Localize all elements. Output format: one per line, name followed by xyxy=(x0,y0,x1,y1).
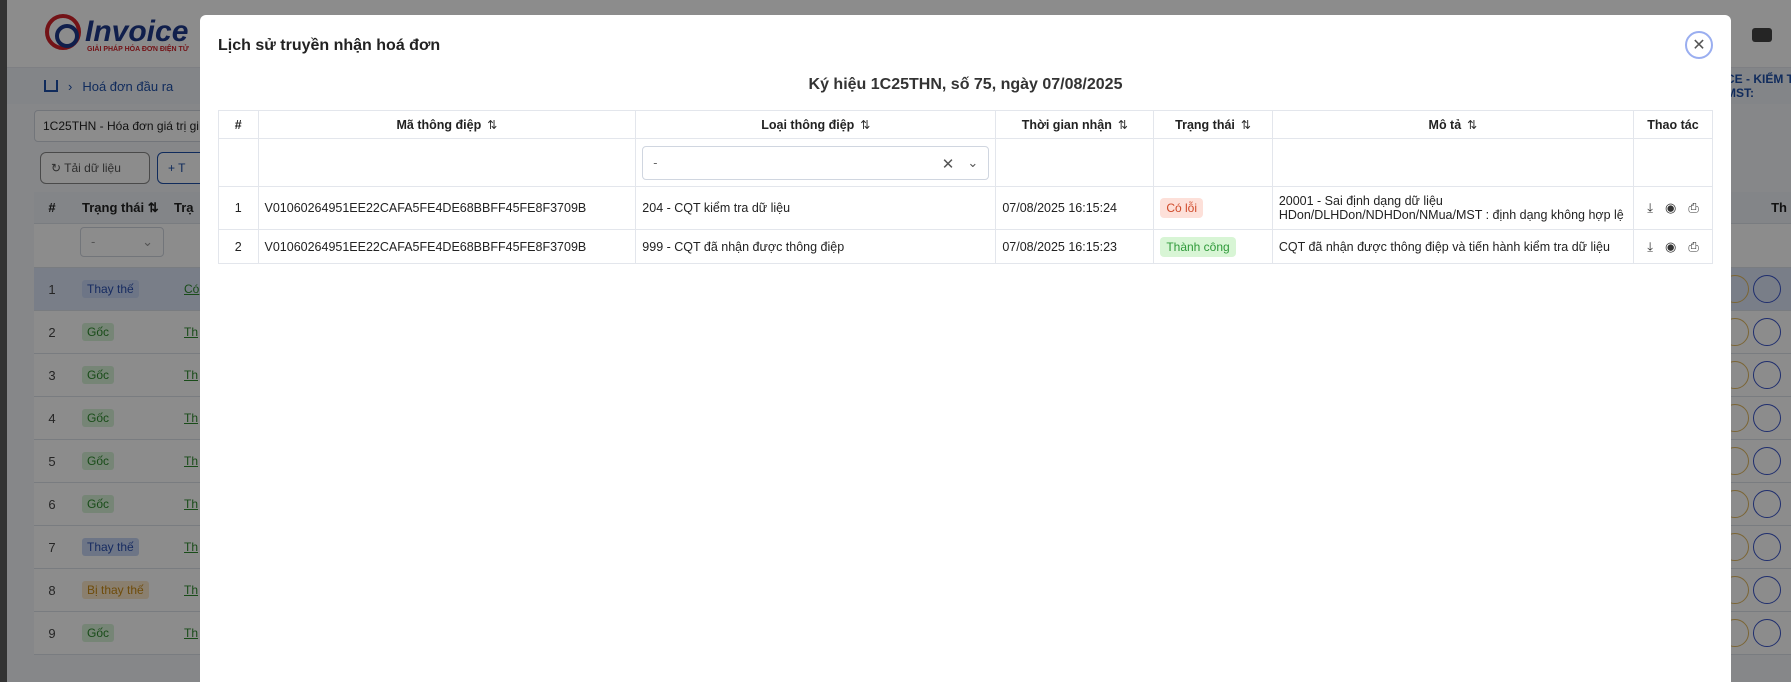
status-badge: Có lỗi xyxy=(1160,198,1203,218)
sort-icon[interactable]: ⇅ xyxy=(487,118,497,132)
col-message-type-label: Loại thông điệp xyxy=(761,117,855,132)
row-num: 2 xyxy=(218,229,259,264)
col-message-type[interactable]: Loại thông điệp ⇅ xyxy=(635,110,997,139)
modal-subtitle: Ký hiệu 1C25THN, số 75, ngày 07/08/2025 xyxy=(808,76,1123,93)
message-table: # Mã thông điệp ⇅ Loại thông điệp ⇅ Thời g… xyxy=(218,110,1714,264)
message-code: V01060264951EE22CAFA5FE4DE68BBFF45FE8F37… xyxy=(257,229,637,264)
col-message-code[interactable]: Mã thông điệp ⇅ xyxy=(257,110,637,139)
description: CQT đã nhận được thông điệp và tiến hành… xyxy=(1271,229,1634,264)
sort-icon[interactable]: ⇅ xyxy=(1118,118,1128,132)
filter-row: - ✕ ⌄ xyxy=(218,138,1714,187)
received-time: 07/08/2025 16:15:23 xyxy=(995,229,1155,264)
sort-icon[interactable]: ⇅ xyxy=(860,118,870,132)
window-edge xyxy=(0,0,7,682)
message-code: V01060264951EE22CAFA5FE4DE68BBFF45FE8F37… xyxy=(257,186,637,230)
col-status-label: Trạng thái xyxy=(1175,117,1235,132)
message-type-filter-value: - xyxy=(653,155,658,170)
modal-title: Lịch sử truyền nhận hoá đơn xyxy=(218,37,441,54)
eye-icon[interactable]: ◉ xyxy=(1665,239,1676,255)
table-row: 1 V01060264951EE22CAFA5FE4DE68BBFF45FE8F… xyxy=(218,186,1714,230)
sort-icon[interactable]: ⇅ xyxy=(1467,118,1477,132)
description-line: 20001 - Sai định dạng dữ liệu xyxy=(1278,194,1443,208)
close-icon: ✕ xyxy=(1692,37,1706,54)
received-time: 07/08/2025 16:15:24 xyxy=(995,186,1155,230)
download-icon[interactable]: ⤓ xyxy=(1647,239,1653,255)
chevron-down-icon[interactable]: ⌄ xyxy=(967,155,978,171)
table-row: 2 V01060264951EE22CAFA5FE4DE68BBFF45FE8F… xyxy=(218,229,1714,264)
col-status[interactable]: Trạng thái ⇅ xyxy=(1153,110,1273,139)
col-num: # xyxy=(218,110,259,139)
download-icon[interactable]: ⤓ xyxy=(1647,200,1653,216)
col-message-code-label: Mã thông điệp xyxy=(396,117,482,132)
sort-icon[interactable]: ⇅ xyxy=(1241,118,1251,132)
col-received-time-label: Thời gian nhận xyxy=(1021,117,1112,132)
row-num: 1 xyxy=(218,186,259,230)
description-line: HDon/DLHDon/NDHDon/NMua/MST : định dạng … xyxy=(1278,208,1624,222)
history-modal: Lịch sử truyền nhận hoá đơn ✕ Ký hiệu 1C… xyxy=(200,15,1731,682)
close-button[interactable]: ✕ xyxy=(1685,31,1713,59)
print-icon[interactable]: ⎙ xyxy=(1688,200,1698,216)
col-description[interactable]: Mô tả ⇅ xyxy=(1271,110,1634,139)
clear-icon[interactable]: ✕ xyxy=(942,155,955,173)
table-header: # Mã thông điệp ⇅ Loại thông điệp ⇅ Thời g… xyxy=(218,110,1714,139)
eye-icon[interactable]: ◉ xyxy=(1665,200,1676,216)
print-icon[interactable]: ⎙ xyxy=(1688,239,1698,255)
message-type: 204 - CQT kiểm tra dữ liệu xyxy=(635,186,997,230)
col-actions: Thao tác xyxy=(1632,110,1714,139)
message-type: 999 - CQT đã nhận được thông điệp xyxy=(635,229,997,264)
col-received-time[interactable]: Thời gian nhận ⇅ xyxy=(995,110,1155,139)
status-badge: Thành công xyxy=(1160,236,1236,257)
description: 20001 - Sai định dạng dữ liệu HDon/DLHDon… xyxy=(1271,186,1634,230)
col-description-label: Mô tả xyxy=(1428,117,1462,132)
message-type-filter-select[interactable]: - ✕ ⌄ xyxy=(642,145,990,180)
